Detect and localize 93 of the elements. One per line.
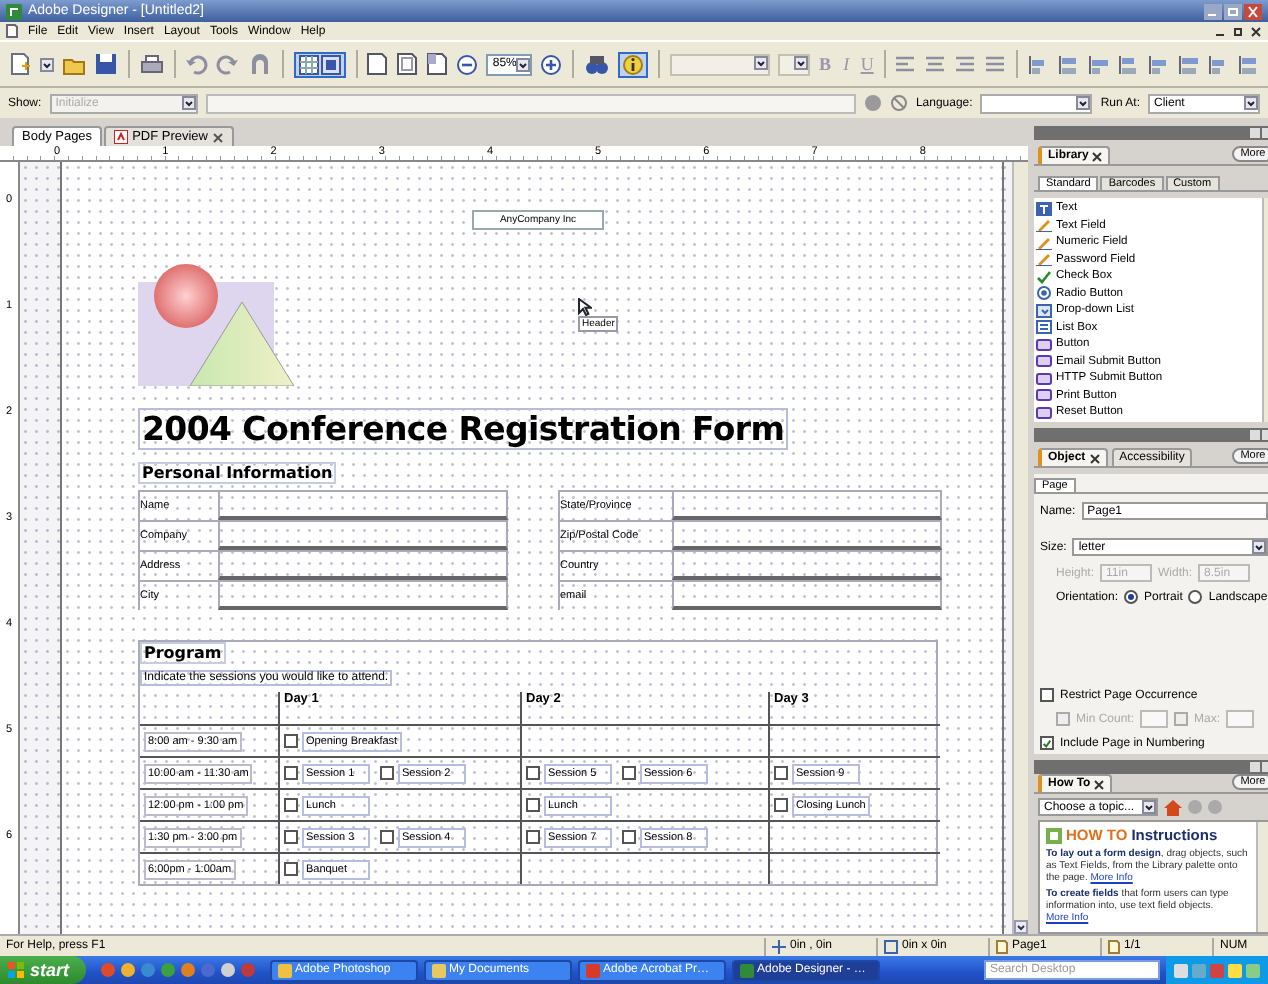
- zoom-in-icon[interactable]: [540, 53, 563, 75]
- section-heading: Personal Information: [138, 462, 337, 484]
- close-icon[interactable]: [1092, 151, 1103, 161]
- input-field[interactable]: [672, 520, 942, 550]
- input-field[interactable]: [1226, 710, 1255, 728]
- help-book-icon: [1046, 827, 1062, 843]
- windows-logo-icon: [8, 962, 24, 978]
- checkbox[interactable]: [380, 830, 394, 844]
- input-field[interactable]: [218, 490, 508, 520]
- input-field[interactable]: [1140, 710, 1169, 728]
- align-objects-icon[interactable]: [1058, 53, 1081, 75]
- layout-view-icon[interactable]: [319, 53, 342, 75]
- caret-icon[interactable]: [754, 55, 769, 69]
- caret-icon[interactable]: [1076, 96, 1091, 110]
- scrollbar[interactable]: [1012, 162, 1028, 934]
- app-icon: [739, 963, 754, 977]
- checkbox[interactable]: [526, 766, 540, 780]
- align-right-icon[interactable]: [954, 54, 977, 74]
- align-objects-icon[interactable]: [1118, 53, 1141, 75]
- checkbox[interactable]: [284, 862, 298, 876]
- radio-button[interactable]: [1124, 590, 1139, 604]
- close-icon[interactable]: [1250, 25, 1262, 37]
- align-objects-icon[interactable]: [1238, 53, 1261, 75]
- checkbox[interactable]: [380, 766, 394, 780]
- info-icon[interactable]: [621, 53, 644, 75]
- crosshair-icon: [772, 939, 786, 953]
- undo-icon[interactable]: [184, 52, 209, 76]
- restore-icon[interactable]: [1232, 25, 1244, 37]
- script-field[interactable]: [205, 93, 856, 113]
- page-icon[interactable]: [366, 52, 389, 76]
- form-title: 2004 Conference Registration Form: [138, 408, 789, 450]
- close-icon[interactable]: [1089, 453, 1100, 463]
- page-icon: [1108, 939, 1120, 953]
- app-icon: [431, 963, 446, 977]
- checkbox-object-icon: [1036, 269, 1052, 284]
- input-field[interactable]: [218, 580, 508, 610]
- caret-icon[interactable]: [1244, 96, 1258, 110]
- checkbox[interactable]: [284, 830, 298, 844]
- arch-icon[interactable]: [248, 52, 273, 76]
- checkbox[interactable]: [284, 766, 298, 780]
- radio-button[interactable]: [1188, 590, 1203, 604]
- align-objects-icon[interactable]: [1148, 53, 1171, 75]
- binoculars-icon[interactable]: [583, 52, 610, 76]
- caret-icon[interactable]: [40, 57, 54, 71]
- caret-icon[interactable]: [1142, 800, 1156, 814]
- input-field[interactable]: [672, 490, 942, 520]
- checkbox[interactable]: [774, 798, 788, 812]
- align-left-icon[interactable]: [894, 54, 917, 74]
- input-field[interactable]: [672, 550, 942, 580]
- app-icon: [585, 963, 600, 977]
- checkbox[interactable]: [526, 830, 540, 844]
- input-field[interactable]: [672, 580, 942, 610]
- align-objects-icon[interactable]: [1178, 53, 1201, 75]
- page-icon[interactable]: [426, 52, 449, 76]
- caret-icon[interactable]: [516, 57, 531, 71]
- caret-icon[interactable]: [794, 55, 809, 69]
- scroll-down-icon[interactable]: [1014, 920, 1028, 934]
- input-field[interactable]: [218, 550, 508, 580]
- checkbox[interactable]: [622, 830, 636, 844]
- checkbox[interactable]: [1040, 688, 1054, 702]
- print-icon[interactable]: [139, 52, 164, 76]
- input-field[interactable]: [218, 520, 508, 550]
- close-icon[interactable]: [1094, 779, 1105, 789]
- square-icon: [884, 939, 898, 953]
- app-icon: [6, 3, 22, 19]
- caret-icon[interactable]: [1251, 540, 1266, 554]
- zoom-out-icon[interactable]: [456, 53, 479, 75]
- checkbox[interactable]: [1040, 736, 1054, 750]
- scrollbar[interactable]: [1255, 822, 1268, 932]
- justify-icon[interactable]: [984, 54, 1007, 74]
- start-button[interactable]: start: [0, 956, 86, 984]
- close-icon[interactable]: [212, 131, 224, 143]
- align-objects-icon[interactable]: [1088, 53, 1111, 75]
- page-icon[interactable]: [396, 52, 419, 76]
- save-icon[interactable]: [94, 52, 118, 76]
- checkbox[interactable]: [284, 798, 298, 812]
- home-icon[interactable]: [1164, 799, 1182, 815]
- align-center-icon[interactable]: [924, 54, 947, 74]
- grid-view-icon[interactable]: [297, 53, 320, 75]
- checkbox[interactable]: [284, 734, 298, 748]
- checkbox[interactable]: [774, 766, 788, 780]
- section-heading: Program: [140, 642, 226, 664]
- dropdown-object-icon: [1036, 303, 1052, 318]
- cursor-icon: [578, 298, 592, 316]
- redo-icon[interactable]: [216, 52, 241, 76]
- font-size-dropdown[interactable]: [778, 53, 811, 75]
- page-icon: [996, 939, 1008, 953]
- checkbox[interactable]: [622, 766, 636, 780]
- caret-icon[interactable]: [181, 96, 196, 110]
- prohibited-icon[interactable]: [889, 94, 908, 112]
- app-icon: [277, 963, 292, 977]
- checkbox[interactable]: [526, 798, 540, 812]
- new-document-icon[interactable]: [8, 52, 32, 76]
